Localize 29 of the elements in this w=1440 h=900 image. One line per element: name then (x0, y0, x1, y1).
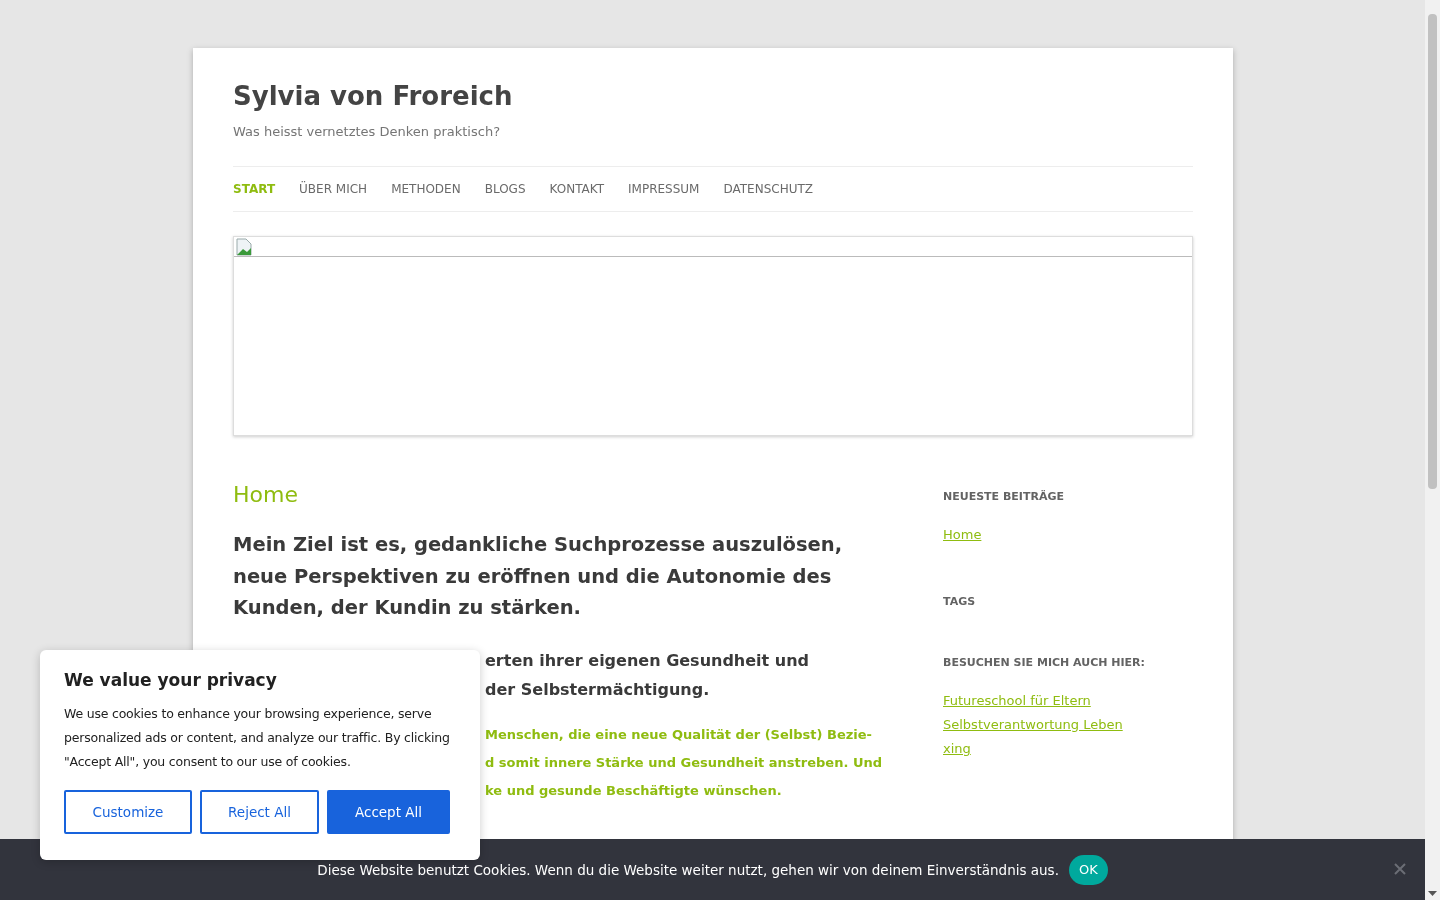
nav-link[interactable]: ÜBER MICH (299, 182, 368, 196)
paragraph-line: d somit innere Stärke und Gesundheit anstreben. Und (485, 753, 882, 772)
page-heading: Home (233, 482, 299, 507)
close-icon[interactable] (1394, 863, 1406, 875)
site-title[interactable]: Sylvia von Froreich (233, 76, 1193, 116)
nav-link[interactable]: KONTAKT (549, 182, 605, 196)
paragraph-line: erten ihrer eigenen Gesundheit und (485, 649, 810, 672)
site-tagline: Was heisst vernetztes Denken praktisch? (233, 124, 502, 139)
nav-link[interactable]: METHODEN (391, 182, 461, 196)
paragraph-line: der Selbstermächtigung. (485, 678, 710, 701)
lead-paragraph: Mein Ziel ist es, gedankliche Suchprozesse auszulösen, neue Perspektiven zu eröffnen und die Autonomie des Kunden, der Kundin zu stärken. (233, 532, 844, 621)
consent-button[interactable]: Accept All (327, 790, 450, 834)
scrollbar[interactable] (1425, 0, 1440, 900)
broken-image-icon (235, 238, 253, 256)
popup-title: We value your privacy (64, 670, 278, 690)
widget-title: BESUCHEN SIE MICH AUCH HIER: (943, 656, 1146, 669)
nav-link[interactable]: IMPRESSUM (628, 182, 700, 196)
cookie-notice-text: Diese Website benutzt Cookies. Wenn du die Website weiter nutzt, gehen wir von deinem Einverständnis aus. (317, 861, 1059, 878)
paragraph-line: Menschen, die eine neue Qualität der (Selbst) Bezie- (485, 725, 872, 744)
paragraph-line: ke und gesunde Beschäftigte wünschen. (485, 781, 782, 800)
scroll-down-icon[interactable] (1428, 891, 1437, 896)
consent-button[interactable]: Customize (64, 790, 192, 834)
nav-link[interactable]: BLOGS (484, 182, 526, 196)
nav-link[interactable]: DATENSCHUTZ (723, 182, 814, 196)
consent-button[interactable]: Reject All (200, 790, 319, 834)
popup-text: We use cookies to enhance your browsing experience, serve personalized ads or content, and analyze our traffic. By clicking "Accept All", you consent to our use of cookies. (64, 705, 451, 771)
widget-title: NEUESTE BEITRÄGE (943, 490, 1065, 503)
widget-title: TAGS (943, 595, 977, 608)
ok-button[interactable]: OK (1068, 854, 1108, 885)
